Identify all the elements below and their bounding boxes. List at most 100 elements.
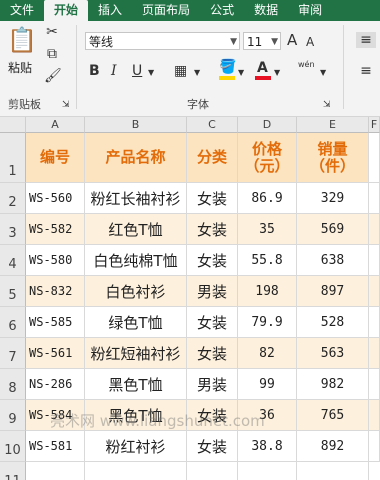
row-header-11[interactable]: 11	[0, 462, 26, 480]
paste-button[interactable]: 粘贴	[8, 59, 32, 76]
cell-g[interactable]	[369, 307, 380, 338]
cell-g[interactable]	[369, 369, 380, 400]
dialog-launcher-icon[interactable]: ⇲	[62, 97, 70, 113]
chevron-down-icon[interactable]: ▼	[238, 65, 244, 81]
row-header-6[interactable]: 6	[0, 307, 26, 338]
row-header-1[interactable]: 1	[0, 133, 26, 183]
chevron-down-icon[interactable]: ▼	[194, 65, 200, 81]
row-header-4[interactable]: 4	[0, 245, 26, 276]
fill-color-icon[interactable]: 🪣	[219, 59, 236, 75]
cell-code[interactable]: NS-286	[26, 369, 85, 400]
cell-g[interactable]	[369, 431, 380, 462]
cell-g[interactable]	[369, 400, 380, 431]
cell-sales[interactable]: 765	[297, 400, 369, 431]
shrink-font-icon[interactable]: A	[306, 34, 314, 50]
chevron-down-icon[interactable]: ▼	[274, 65, 280, 81]
cell-g[interactable]	[369, 245, 380, 276]
cell-code[interactable]: NS-832	[26, 276, 85, 307]
cell-g[interactable]	[369, 276, 380, 307]
cell-price[interactable]: 35	[238, 214, 297, 245]
tab-formulas[interactable]: 公式	[200, 0, 244, 21]
row-header-9[interactable]: 9	[0, 400, 26, 431]
column-header-c[interactable]: C	[187, 117, 238, 133]
cell-name[interactable]: 粉红长袖衬衫	[85, 183, 187, 214]
cell-price[interactable]: 55.8	[238, 245, 297, 276]
cell-sales[interactable]: 638	[297, 245, 369, 276]
cell-price[interactable]: 86.9	[238, 183, 297, 214]
cell-price[interactable]: 79.9	[238, 307, 297, 338]
cell-sales[interactable]: 892	[297, 431, 369, 462]
grow-font-icon[interactable]: A	[287, 32, 297, 48]
borders-icon[interactable]: ▦	[174, 63, 187, 79]
cell-code[interactable]: WS-560	[26, 183, 85, 214]
select-all-corner[interactable]	[0, 117, 26, 133]
cell-g[interactable]	[369, 183, 380, 214]
tab-review[interactable]: 审阅	[288, 0, 332, 21]
cell-category[interactable]: 男装	[187, 276, 238, 307]
column-header-f[interactable]: F	[369, 117, 380, 133]
column-header-a[interactable]: A	[26, 117, 85, 133]
cell-category[interactable]: 女装	[187, 245, 238, 276]
font-size-select[interactable]: 11 ▼	[243, 32, 281, 50]
cell-empty[interactable]	[187, 462, 238, 480]
chevron-down-icon[interactable]: ▼	[148, 65, 154, 81]
tab-data[interactable]: 数据	[244, 0, 288, 21]
cell-code[interactable]: WS-561	[26, 338, 85, 369]
cell-price[interactable]: 38.8	[238, 431, 297, 462]
cell-code[interactable]: WS-581	[26, 431, 85, 462]
paste-icon[interactable]: 📋	[7, 25, 37, 55]
format-painter-icon[interactable]: 🖌	[44, 68, 62, 84]
tab-home[interactable]: 开始	[44, 0, 89, 21]
bold-button[interactable]: B	[89, 63, 100, 79]
font-name-select[interactable]: 等线 ▼	[85, 32, 240, 50]
tab-page-layout[interactable]: 页面布局	[132, 0, 200, 21]
cell-empty[interactable]	[85, 462, 187, 480]
cell-category[interactable]: 男装	[187, 369, 238, 400]
align-top-icon[interactable]: ≡	[356, 32, 376, 48]
cell-category[interactable]: 女装	[187, 307, 238, 338]
cell-g[interactable]	[369, 338, 380, 369]
cell-category[interactable]: 女装	[187, 338, 238, 369]
cut-icon[interactable]: ✂	[44, 24, 60, 40]
row-header-5[interactable]: 5	[0, 276, 26, 307]
cell-name[interactable]: 绿色T恤	[85, 307, 187, 338]
phonetic-guide-icon[interactable]: wén	[298, 57, 315, 73]
header-cell-code[interactable]: 编号	[26, 133, 85, 183]
cell-price[interactable]: 82	[238, 338, 297, 369]
cell-empty[interactable]	[26, 462, 85, 480]
row-header-10[interactable]: 10	[0, 431, 26, 462]
font-color-icon[interactable]: A	[257, 60, 268, 76]
column-header-b[interactable]: B	[85, 117, 187, 133]
cell-code[interactable]: WS-582	[26, 214, 85, 245]
italic-button[interactable]: I	[111, 63, 117, 79]
cell-g[interactable]	[369, 214, 380, 245]
row-header-7[interactable]: 7	[0, 338, 26, 369]
cell-name[interactable]: 红色T恤	[85, 214, 187, 245]
cell-code[interactable]: WS-585	[26, 307, 85, 338]
cell-sales[interactable]: 982	[297, 369, 369, 400]
align-left-icon[interactable]: ≡	[356, 63, 376, 79]
cell-name[interactable]: 粉红衬衫	[85, 431, 187, 462]
cell-empty[interactable]	[238, 462, 297, 480]
tab-file[interactable]: 文件	[0, 0, 44, 21]
cell-sales[interactable]: 563	[297, 338, 369, 369]
row-header-3[interactable]: 3	[0, 214, 26, 245]
cell-sales[interactable]: 528	[297, 307, 369, 338]
row-header-2[interactable]: 2	[0, 183, 26, 214]
chevron-down-icon[interactable]: ▼	[320, 65, 326, 81]
underline-button[interactable]: U	[132, 63, 142, 79]
cell-sales[interactable]: 329	[297, 183, 369, 214]
cell-category[interactable]: 女装	[187, 183, 238, 214]
cell-sales[interactable]: 569	[297, 214, 369, 245]
row-header-8[interactable]: 8	[0, 369, 26, 400]
cell-price[interactable]: 198	[238, 276, 297, 307]
cell-code[interactable]: WS-580	[26, 245, 85, 276]
cell-sales[interactable]: 897	[297, 276, 369, 307]
column-header-e[interactable]: E	[297, 117, 369, 133]
cell-name[interactable]: 粉红短袖衬衫	[85, 338, 187, 369]
cell-g1[interactable]	[369, 133, 380, 183]
cell-name[interactable]: 黑色T恤	[85, 369, 187, 400]
header-cell-sales[interactable]: 销量 （件）	[297, 133, 369, 183]
cell-name[interactable]: 白色纯棉T恤	[85, 245, 187, 276]
column-header-d[interactable]: D	[238, 117, 297, 133]
